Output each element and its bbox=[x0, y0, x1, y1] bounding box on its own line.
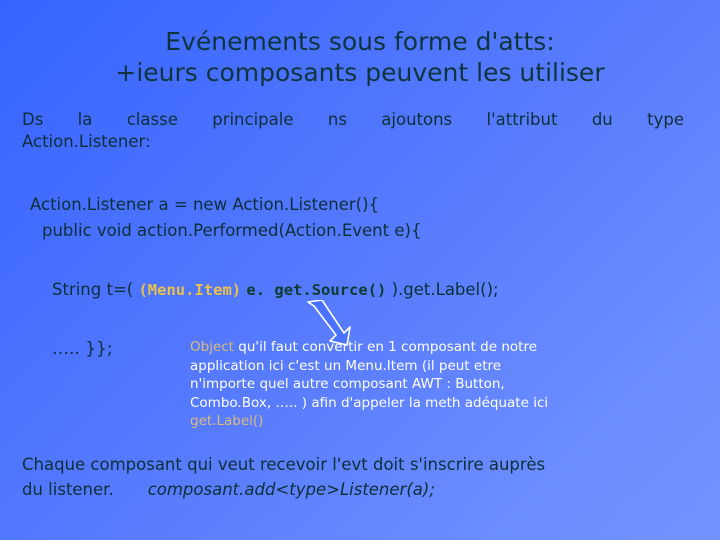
string-statement-line: String t=( (Menu.Item) e. get.Source() )… bbox=[52, 279, 499, 301]
call-getsource: e. get.Source() bbox=[246, 281, 387, 299]
explanation-keyword-object: Object bbox=[190, 339, 234, 355]
explanation-line-4: Combo.Box, ….. ) afin d'appeler la meth … bbox=[190, 394, 549, 411]
bottom-line-1: Chaque composant qui veut recevoir l'evt… bbox=[22, 455, 546, 474]
code-line-1: Action.Listener a = new Action.Listener(… bbox=[30, 195, 380, 214]
intro-word: la bbox=[77, 110, 93, 129]
intro-word: type bbox=[647, 110, 684, 129]
code-block: Action.Listener a = new Action.Listener(… bbox=[30, 192, 421, 244]
page-title: Evénements sous forme d'atts: +ieurs com… bbox=[0, 26, 720, 88]
explanation-line-1: Object qu'il faut convertir en 1 composa… bbox=[190, 338, 670, 357]
bottom-line-2-code: composant.add<type>Listener(a); bbox=[147, 480, 435, 499]
code-line-2: public void action.Performed(Action.Even… bbox=[42, 221, 422, 240]
explanation-line-3: n'importe quel autre composant AWT : But… bbox=[190, 376, 505, 392]
intro-word: classe bbox=[126, 110, 178, 129]
explanation-line-2: application ici c'est un Menu.Item (il p… bbox=[190, 357, 502, 374]
intro-paragraph: Ds la classe principale ns ajoutons l'at… bbox=[22, 109, 684, 153]
intro-word: l'attribut bbox=[486, 110, 558, 129]
cast-menuitem: (Menu.Item) bbox=[138, 281, 242, 299]
explanation-line-1-rest: qu'il faut convertir en 1 composant de n… bbox=[233, 339, 538, 355]
title-line-2: +ieurs composants peuvent les utiliser bbox=[115, 58, 605, 87]
intro-word: ns bbox=[327, 110, 347, 129]
intro-line-1: Ds la classe principale ns ajoutons l'at… bbox=[22, 109, 684, 131]
closing-braces-text: ….. }}; bbox=[52, 339, 113, 359]
bottom-line-2-plain: du listener. bbox=[22, 480, 114, 499]
explanation-keyword-getlabel: get.Label() bbox=[190, 413, 264, 429]
string-prefix: String t=( bbox=[52, 280, 139, 299]
intro-word: du bbox=[591, 110, 613, 129]
slide-canvas: Evénements sous forme d'atts: +ieurs com… bbox=[0, 0, 720, 540]
title-line-1: Evénements sous forme d'atts: bbox=[165, 27, 555, 56]
bottom-line-2: du listener. composant.add<type>Listener(… bbox=[22, 477, 702, 502]
string-suffix: ).get.Label(); bbox=[386, 280, 499, 299]
bottom-paragraph: Chaque composant qui veut recevoir l'evt… bbox=[22, 452, 702, 502]
intro-word: Ds bbox=[22, 110, 44, 129]
intro-word: ajoutons bbox=[381, 110, 453, 129]
intro-line-2: Action.Listener: bbox=[22, 132, 151, 151]
explanation-block: Object qu'il faut convertir en 1 composa… bbox=[190, 338, 670, 431]
intro-word: principale bbox=[212, 110, 294, 129]
